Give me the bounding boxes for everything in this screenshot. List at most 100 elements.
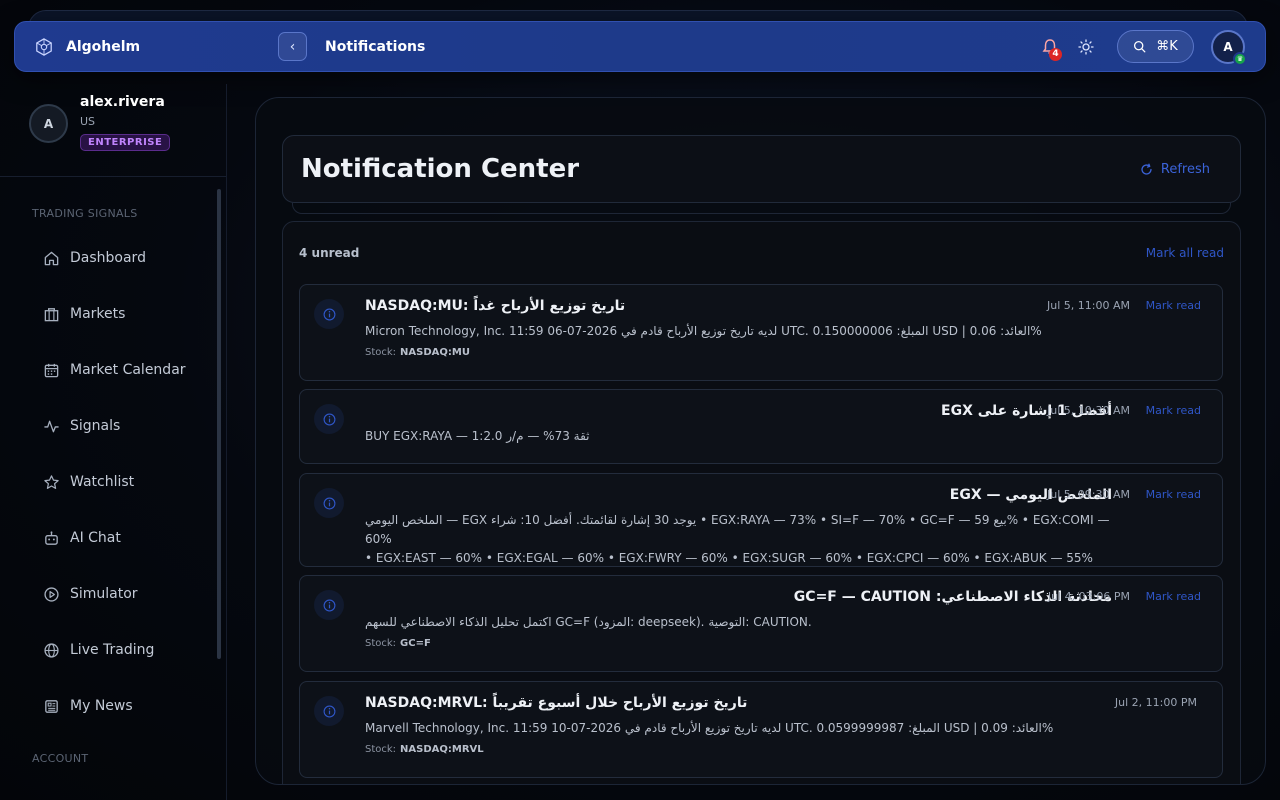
- search-command-button[interactable]: ⌘K: [1117, 30, 1194, 63]
- refresh-label: Refresh: [1160, 161, 1210, 177]
- notification-text: الملخص اليومي — EGX يوجد 30 إشارة لقائمت…: [365, 511, 1112, 568]
- sidebar-nav: Dashboard Markets Market Calendar Signal…: [0, 230, 226, 734]
- sidebar-item-ai-chat[interactable]: AI Chat: [0, 510, 226, 566]
- mark-read-button[interactable]: Mark read: [1146, 488, 1201, 501]
- search-icon: [1134, 40, 1146, 53]
- notification-text: Micron Technology, Inc. لديه تاريخ توزيع…: [365, 324, 1042, 338]
- newspaper-icon: [45, 699, 58, 713]
- username: alex.rivera: [80, 94, 165, 110]
- sidebar-item-label: My News: [70, 698, 133, 714]
- avatar-initial: A: [43, 116, 54, 131]
- notification-time: Jul 5, 10:30 AM: [1047, 404, 1130, 417]
- stock-symbol[interactable]: NASDAQ:MRVL: [400, 744, 484, 755]
- notification-text: BUY EGX:RAYA — ثقة 73% — م/ر 1:2.0: [365, 429, 590, 443]
- sidebar-item-watchlist[interactable]: Watchlist: [0, 454, 226, 510]
- sidebar-item-simulator[interactable]: Simulator: [0, 566, 226, 622]
- notification-meta: Stock: GC=F: [365, 638, 1112, 649]
- refresh-button[interactable]: Refresh: [1140, 162, 1210, 177]
- brand-name: Algohelm: [66, 38, 141, 55]
- sidebar-item-label: Simulator: [70, 586, 138, 602]
- notification-text: اكتمل تحليل الذكاء الاصطناعي للسهم GC=F …: [365, 615, 812, 629]
- building-icon: [44, 307, 59, 321]
- notification-time: Jul 2, 11:00 PM: [1114, 696, 1197, 709]
- notification-count-badge: 4: [1049, 47, 1062, 61]
- sidebar-item-label: Market Calendar: [70, 362, 186, 378]
- page-title: Notifications: [325, 38, 426, 55]
- info-icon: [314, 696, 344, 726]
- notification-item[interactable]: محادثة الذكاء الاصطناعي: GC=F — CAUTION …: [299, 575, 1223, 672]
- sidebar: A alex.rivera US ENTERPRISE TRADING SIGN…: [0, 84, 227, 800]
- sidebar-item-live-trading[interactable]: Live Trading: [0, 622, 226, 678]
- top-navbar: Algohelm ‹ Notifications 4 ⌘K A ♛: [14, 21, 1266, 72]
- user-avatar-button[interactable]: A ♛: [1211, 29, 1247, 66]
- calendar-icon: [44, 363, 59, 377]
- sidebar-item-my-news[interactable]: My News: [0, 678, 226, 734]
- chevron-left-icon: ‹: [289, 38, 296, 55]
- refresh-icon: [1141, 163, 1152, 175]
- avatar: A: [29, 104, 68, 143]
- activity-icon: [44, 420, 59, 432]
- notification-text-line: الملخص اليومي — EGX يوجد 30 إشارة لقائمت…: [365, 513, 1110, 546]
- globe-icon: [44, 642, 59, 658]
- meta-label: Stock:: [365, 638, 397, 649]
- header-divider: [292, 202, 1231, 214]
- avatar-initial: A: [1223, 39, 1233, 54]
- notification-meta: Stock: NASDAQ:MRVL: [365, 744, 1112, 755]
- bot-icon: [45, 530, 58, 545]
- notification-text-line: • EGX:EAST — 60% • EGX:EGAL — 60% • EGX:…: [365, 551, 1093, 565]
- sidebar-scrollbar[interactable]: [217, 189, 221, 659]
- section-label-account: ACCOUNT: [32, 752, 89, 765]
- sidebar-item-label: Live Trading: [70, 642, 155, 658]
- info-icon: [314, 488, 344, 518]
- sidebar-item-markets[interactable]: Markets: [0, 286, 226, 342]
- back-button[interactable]: ‹: [278, 32, 307, 61]
- stock-symbol[interactable]: GC=F: [400, 638, 431, 649]
- logo-icon: [36, 37, 52, 56]
- notification-time: Jul 5, 11:00 AM: [1047, 299, 1130, 312]
- sidebar-item-signals[interactable]: Signals: [0, 398, 226, 454]
- play-circle-icon: [44, 586, 59, 602]
- notification-title: أفضل 1 إشارة على EGX: [941, 403, 1112, 419]
- unread-count: 4 unread: [299, 246, 360, 260]
- info-icon: [314, 404, 344, 434]
- stock-symbol[interactable]: NASDAQ:MU: [400, 347, 470, 358]
- notification-item[interactable]: الملخص اليومي — EGX الملخص اليومي — EGX …: [299, 473, 1223, 567]
- notification-center-header: Notification Center Refresh: [282, 135, 1241, 203]
- crown-icon: ♛: [1233, 51, 1247, 66]
- notification-title: NASDAQ:MRVL: تاريخ توزيع الأرباح خلال أس…: [365, 695, 748, 711]
- notification-item[interactable]: NASDAQ:MU: تاريخ توزيع الأرباح غداً Micr…: [299, 284, 1223, 381]
- notifications-button[interactable]: 4: [1040, 37, 1062, 61]
- notification-item[interactable]: أفضل 1 إشارة على EGX BUY EGX:RAYA — ثقة …: [299, 389, 1223, 464]
- sidebar-item-label: AI Chat: [70, 530, 121, 546]
- theme-toggle-sun-icon[interactable]: [1078, 38, 1094, 55]
- sidebar-item-label: Markets: [70, 306, 126, 322]
- mark-all-read-button[interactable]: Mark all read: [1146, 246, 1224, 260]
- mark-read-button[interactable]: Mark read: [1146, 299, 1201, 312]
- main-panel: Notification Center Refresh 4 unread Mar…: [255, 97, 1266, 785]
- home-icon: [44, 251, 59, 265]
- notification-title: الملخص اليومي — EGX: [949, 487, 1112, 503]
- mark-read-button[interactable]: Mark read: [1146, 404, 1201, 417]
- info-icon: [314, 590, 344, 620]
- search-shortcut: ⌘K: [1156, 39, 1178, 54]
- notification-list: 4 unread Mark all read NASDAQ:MU: تاريخ …: [282, 221, 1241, 784]
- section-label-trading-signals: TRADING SIGNALS: [32, 207, 138, 220]
- sidebar-item-dashboard[interactable]: Dashboard: [0, 230, 226, 286]
- star-icon: [44, 474, 59, 489]
- sidebar-item-label: Dashboard: [70, 250, 146, 266]
- mark-read-button[interactable]: Mark read: [1146, 590, 1201, 603]
- sidebar-item-label: Signals: [70, 418, 121, 434]
- notification-item[interactable]: NASDAQ:MRVL: تاريخ توزيع الأرباح خلال أس…: [299, 681, 1223, 778]
- sidebar-item-market-calendar[interactable]: Market Calendar: [0, 342, 226, 398]
- brand[interactable]: Algohelm: [35, 37, 278, 56]
- notification-meta: Stock: NASDAQ:MU: [365, 347, 1112, 358]
- user-country: US: [80, 115, 96, 128]
- notification-time: Jul 4, 03:06 PM: [1047, 590, 1130, 603]
- info-icon: [314, 299, 344, 329]
- notification-time: Jul 5, 09:30 AM: [1047, 488, 1130, 501]
- section-title: Notification Center: [301, 154, 580, 184]
- user-profile: A alex.rivera US ENTERPRISE: [0, 84, 226, 177]
- meta-label: Stock:: [365, 347, 397, 358]
- notification-text: Marvell Technology, Inc. لديه تاريخ توزي…: [365, 721, 1054, 735]
- notification-title: محادثة الذكاء الاصطناعي: GC=F — CAUTION: [793, 589, 1112, 605]
